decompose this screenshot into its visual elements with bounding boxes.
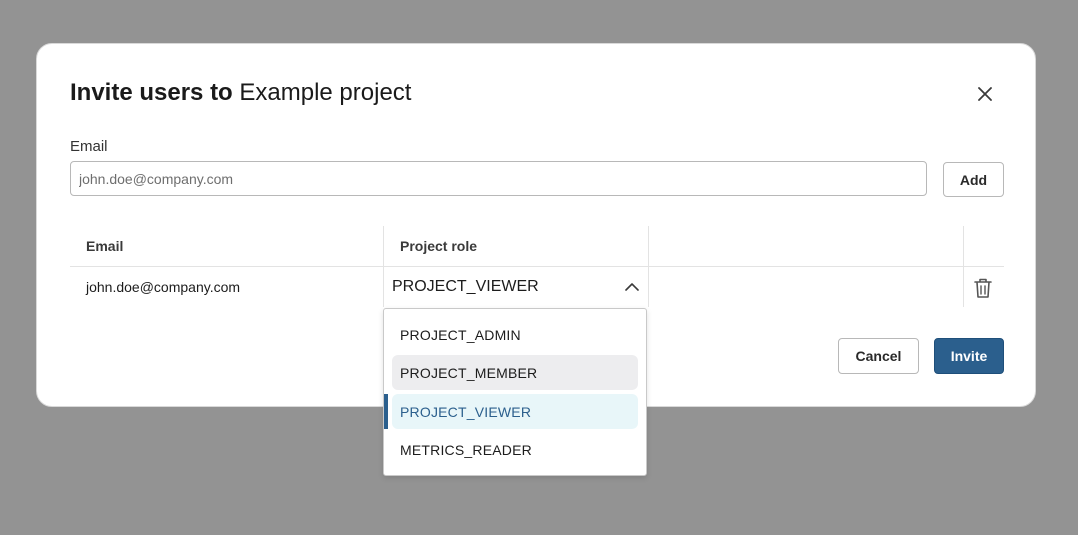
email-input[interactable] [70,161,927,196]
project-role-dropdown: PROJECT_ADMIN PROJECT_MEMBER PROJECT_VIE… [383,308,647,476]
project-role-value: PROJECT_VIEWER [392,278,539,295]
role-option-project-member[interactable]: PROJECT_MEMBER [392,355,638,390]
modal-backdrop: Invite users to Example project Email Ad… [0,0,1078,535]
role-option-metrics-reader[interactable]: METRICS_READER [392,432,638,467]
add-button[interactable]: Add [943,162,1004,197]
dialog-title-project: Example project [239,79,412,106]
email-field-label: Email [70,138,108,155]
close-icon [978,87,992,101]
close-button[interactable] [971,80,999,108]
dialog-title: Invite users to Example project [70,79,411,107]
role-option-project-admin[interactable]: PROJECT_ADMIN [392,317,638,352]
role-option-project-viewer[interactable]: PROJECT_VIEWER [392,394,638,429]
invitees-table: Email Project role john.doe@company.com … [70,226,1004,307]
chevron-up-icon [625,283,639,291]
cancel-button[interactable]: Cancel [838,338,919,374]
trash-icon[interactable] [973,277,993,299]
project-role-select[interactable]: PROJECT_VIEWER [384,267,648,307]
row-email: john.doe@company.com [86,279,241,295]
invite-button[interactable]: Invite [934,338,1004,374]
column-header-project-role: Project role [400,238,478,254]
selected-indicator [384,394,388,429]
column-header-email: Email [86,238,124,254]
dialog-title-prefix: Invite users to [70,79,233,106]
